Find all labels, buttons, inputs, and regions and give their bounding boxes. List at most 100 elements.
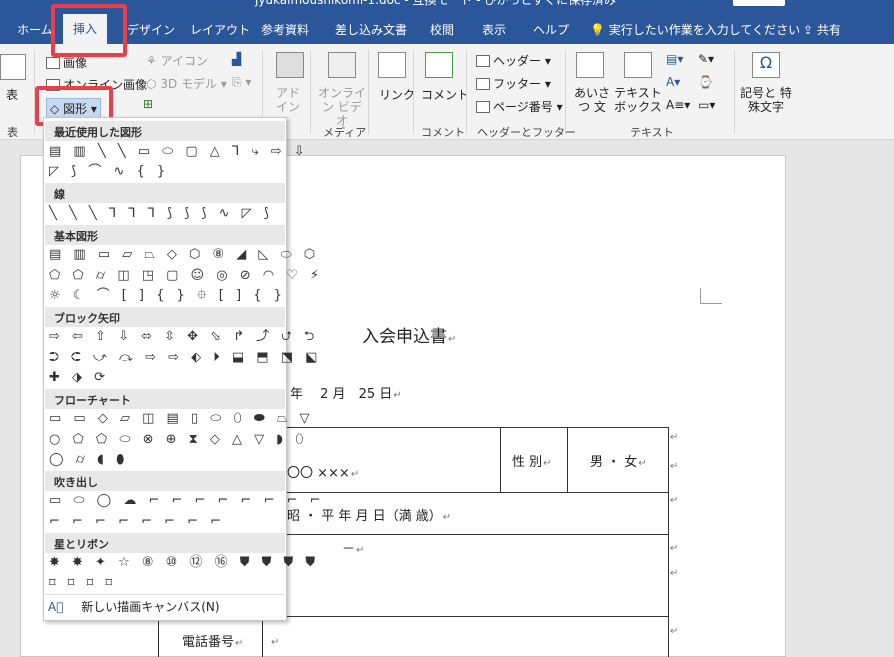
shape-row[interactable]: ⇨ ⇦ ⇧ ⇩ ⬄ ⇳ ✥ ⬂ ↱ ⤴ ⮍ ⮌	[49, 330, 318, 344]
section-callouts: 吹き出し	[45, 471, 285, 491]
screenshot-icon[interactable]: ⎘ ▾	[232, 75, 251, 90]
gender-label: 性 別↵	[512, 455, 552, 470]
smartart-icon[interactable]: ⊞	[143, 97, 153, 111]
signature-icon[interactable]: ✎▾	[698, 52, 714, 66]
shape-row[interactable]: ✸ ✸ ✦ ☆ ⑧ ⑩ ⑫ ⑯ ⛊ ⛊ ⛊ ⛊	[49, 556, 319, 570]
comment-button[interactable]: コメント	[421, 86, 469, 103]
row-end-mark: ↵	[670, 495, 679, 506]
canvas-icon: A⃝	[48, 600, 64, 614]
wordart-icon[interactable]: A▾	[666, 75, 680, 89]
share-label: 共有	[816, 23, 841, 37]
link-button[interactable]: リンク	[379, 86, 415, 103]
datetime-icon[interactable]: ⌚	[698, 75, 713, 89]
row-end-mark: ↵	[670, 461, 679, 472]
phone-cell-mark: ↵	[271, 637, 280, 648]
shape-row[interactable]: ✚ ⬗ ⟳	[49, 371, 109, 385]
picture-label: 画像	[63, 56, 88, 70]
date-year: 年	[290, 387, 304, 402]
icons-button[interactable]: ⚘ アイコン	[146, 52, 208, 69]
date-month: 2 月	[320, 387, 346, 402]
section-flowchart: フローチャート	[45, 389, 285, 409]
menu-divider	[45, 594, 285, 595]
phone-label-text: 電話番号	[182, 635, 235, 650]
symbols-button[interactable]: 記号と 特殊文字	[738, 86, 794, 114]
section-block-arrows: ブロック矢印	[45, 307, 285, 327]
page-number-button[interactable]: ページ番号 ▾	[476, 98, 563, 115]
table-border	[567, 427, 568, 492]
tab-layout[interactable]: レイアウト	[190, 21, 250, 38]
row-end-mark: ↵	[670, 543, 679, 554]
new-drawing-canvas-item[interactable]: A⃝ 新しい描画キャンバス(N)	[48, 598, 220, 615]
birth-line-text: 昭 ・ 平 年 月 日（満 歳）	[287, 509, 442, 524]
textbox-icon	[624, 52, 652, 78]
comment-group-label: コメント	[421, 126, 465, 139]
online-video-button[interactable]: オンライン ビデオ	[318, 86, 366, 128]
shape-row[interactable]: ◸ ⟆ ⌒ ∿ { }	[49, 165, 169, 179]
insert-tab-highlight	[51, 4, 127, 57]
tab-help[interactable]: ヘルプ	[533, 21, 569, 38]
window-title: jyukaimoushikomi-1.doc - 互換モード - ぴかっとすぐに…	[255, 0, 617, 7]
shape-row[interactable]: ◯ ⌭ ◖ ⬮	[49, 453, 128, 467]
tell-me-text: 実行したい作業を入力してください	[608, 23, 801, 37]
account-button[interactable]	[733, 0, 785, 6]
cube-icon: ⬡	[146, 77, 157, 91]
share-button[interactable]: ⇪ 共有	[803, 21, 841, 38]
text-group-label: テキスト	[630, 126, 674, 139]
document-title: 入会申込書↵	[362, 327, 457, 347]
quickparts-icon[interactable]: ▤▾	[666, 52, 683, 66]
phone-label: 電話番号↵	[182, 635, 244, 650]
greeting-icon	[576, 52, 604, 78]
addins-button[interactable]: アドイン	[276, 86, 306, 114]
header-button[interactable]: ヘッダー ▾	[476, 52, 551, 69]
lightbulb-icon: 💡	[590, 23, 605, 37]
shape-row[interactable]: ▤ ▥ ╲ ╲ ▭ ⬭ ▢ △ ⅂ ⤷ ⇨ ⇩	[49, 145, 309, 159]
footer-button[interactable]: フッター ▾	[476, 75, 551, 92]
icons-label: アイコン	[160, 54, 208, 68]
tab-references[interactable]: 参考資料	[261, 21, 309, 38]
group-separator	[734, 50, 735, 134]
tell-me-box[interactable]: 💡 実行したい作業を入力してください	[590, 21, 800, 38]
shape-row[interactable]: ▭ ⬭ ◯ ☁ ⌐ ⌐ ⌐ ⌐ ⌐ ⌐ ⌐ ⌐	[49, 494, 325, 508]
row-end-mark: ↵	[670, 626, 679, 637]
section-stars-banners: 星とリボン	[45, 533, 285, 553]
table-border	[500, 427, 501, 492]
shape-row[interactable]: ⮊ ⮈ ⤻ ⤼ ⇨ ⇨ ⬖ ⏵ ⬓ ⬒ ⬔ ⬕	[49, 351, 321, 365]
name-value: 〇〇 ×××↵	[287, 466, 360, 481]
shape-row[interactable]: ○ ⬠ ⬠ ⬭ ⊗ ⊕ ⧗ ◇ △ ▽ ◗ ⬯	[49, 433, 307, 447]
shape-row[interactable]: ⌐ ⌐ ⌐ ⌐ ⌐ ⌐ ⌐ ⌐	[49, 515, 225, 529]
shape-row[interactable]: ⬠ ⬠ ⌭ ◫ ◳ ▢ ☺ ◎ ⊘ ◠ ♡ ⚡	[49, 269, 323, 283]
shape-row[interactable]: ▤ ▥ ▭ ▱ ⏢ ◇ ⬡ ⑧ ◢ ◺ ⬭ ⬡	[49, 248, 319, 262]
document-title-text: 入会申込書	[362, 327, 447, 347]
group-separator	[310, 50, 311, 134]
title-bar: jyukaimoushikomi-1.doc - 互換モード - ぴかっとすぐに…	[0, 0, 894, 44]
shape-row[interactable]: ⌑ ⌑ ⌑ ⌑	[49, 577, 116, 591]
textbox-button[interactable]: テキスト ボックス	[614, 86, 662, 114]
media-group-label: メディア	[323, 126, 367, 139]
shape-row[interactable]: ☼ ☾ ⌒ [ ] { } ⯐ [ ] { }	[49, 289, 286, 303]
tab-mailings[interactable]: 差し込み文書	[335, 21, 407, 38]
section-recent-shapes: 最近使用した図形	[45, 121, 285, 141]
share-icon: ⇪	[803, 23, 814, 37]
greeting-button[interactable]: あいさつ 文	[572, 86, 612, 114]
table-button[interactable]: 表	[6, 86, 18, 103]
tab-review[interactable]: 校閲	[430, 21, 454, 38]
gender-value: 男 ・ 女↵	[590, 455, 647, 470]
shape-row[interactable]: ╲ ╲ ╲ ⅂ ⅂ ⅂ ⟆ ⟆ ⟆ ∿ ◸ ⟆	[49, 207, 273, 221]
dropcap-icon[interactable]: A≡▾	[666, 98, 690, 112]
chart-icon[interactable]: ▟	[232, 52, 241, 66]
picture-icon	[46, 57, 60, 69]
group-separator	[565, 50, 566, 134]
header-label: ヘッダー	[493, 54, 542, 68]
postal-mark: －↵	[342, 542, 365, 557]
tab-design[interactable]: デザイン	[127, 21, 175, 38]
margin-corner-mark	[700, 288, 722, 304]
3d-model-label: 3D モデル	[160, 77, 218, 91]
object-icon[interactable]: ▭▾	[698, 98, 715, 112]
postal-mark-text: －	[342, 542, 356, 557]
tab-view[interactable]: 表示	[482, 21, 506, 38]
name-value-text: 〇〇 ×××	[287, 466, 350, 481]
shape-row[interactable]: ▭ ▭ ◇ ▱ ◫ ▤ ▯ ⬭ ⬯ ⬬ ⏢ ▽	[49, 412, 314, 426]
tab-home[interactable]: ホーム	[17, 21, 53, 38]
comment-icon	[425, 52, 453, 78]
3d-model-button[interactable]: ⬡ 3D モデル ▾	[146, 75, 227, 92]
